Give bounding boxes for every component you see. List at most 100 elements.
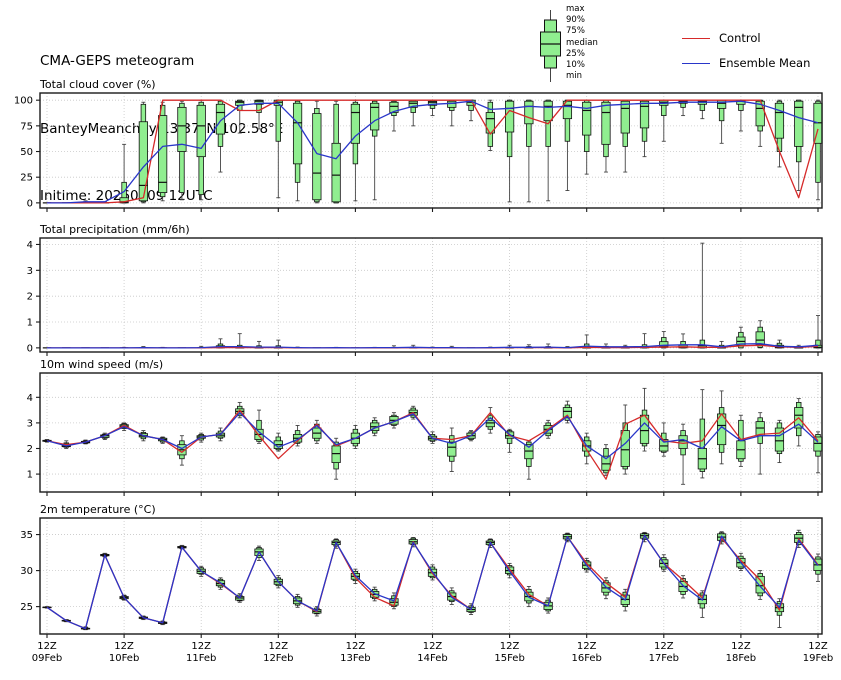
box-25-75 [332, 446, 340, 463]
meteogram-figure: { "header": { "title_line1": "CMA-GEPS m… [0, 0, 841, 680]
boxplot [274, 100, 282, 198]
panel-title: 2m temperature (°C) [40, 503, 156, 516]
boxplot [563, 100, 571, 190]
box-25-75 [332, 143, 340, 202]
boxplot [332, 101, 340, 203]
x-tick-time: 12Z [808, 641, 828, 652]
box-25-75 [139, 122, 147, 201]
boxplot [660, 100, 668, 141]
box-25-75 [505, 101, 513, 132]
box-25-75 [602, 102, 610, 144]
boxplot [409, 100, 417, 126]
box-25-75 [351, 104, 359, 143]
x-tick-date: 15Feb [494, 653, 524, 664]
y-tick-label: 3 [27, 418, 33, 429]
x-tick-time: 12Z [191, 641, 211, 652]
panel-title: Total precipitation (mm/6h) [39, 223, 190, 236]
boxplot [255, 100, 263, 129]
panel-temp: 2530352m temperature (°C)12Z09Feb12Z10Fe… [20, 503, 833, 664]
boxplot [814, 100, 822, 200]
boxplot [775, 420, 783, 462]
boxplot [814, 316, 822, 348]
boxplot [390, 100, 398, 131]
box-25-75 [621, 101, 629, 133]
panel-title: Total cloud cover (%) [39, 78, 156, 91]
boxplot [795, 100, 803, 190]
boxplot [505, 100, 513, 202]
box-25-75 [795, 101, 803, 146]
y-tick-label: 75 [20, 121, 33, 132]
boxplot [120, 144, 128, 203]
box-25-75 [679, 436, 687, 449]
boxplot [197, 100, 205, 200]
meteogram-panels: 0255075100Total cloud cover (%)01234Tota… [0, 0, 841, 680]
box-25-75 [293, 103, 301, 164]
x-tick-time: 12Z [114, 641, 134, 652]
y-tick-label: 0 [27, 343, 33, 354]
panel-cloud: 0255075100Total cloud cover (%) [14, 78, 822, 212]
y-tick-label: 4 [27, 393, 33, 404]
boxplot [293, 100, 301, 201]
x-tick-date: 11Feb [186, 653, 216, 664]
boxplot [640, 334, 648, 348]
gridlines [40, 238, 822, 352]
boxplot [717, 100, 725, 143]
boxplot [679, 424, 687, 484]
boxplot [737, 100, 745, 131]
x-tick-time: 12Z [423, 641, 443, 652]
x-tick-date: 16Feb [571, 653, 601, 664]
boxplot [756, 413, 764, 474]
x-tick-time: 12Z [731, 641, 751, 652]
x-tick-date: 13Feb [340, 653, 370, 664]
boxplot [448, 428, 456, 472]
y-tick-label: 50 [20, 147, 33, 158]
x-tick-date: 17Feb [649, 653, 679, 664]
x-tick-date: 19Feb [803, 653, 833, 664]
boxplot [178, 101, 186, 200]
box-25-75 [756, 332, 764, 345]
x-tick-date: 18Feb [726, 653, 756, 664]
axis-ticks [36, 535, 818, 638]
box-25-75 [448, 101, 456, 107]
boxplot [583, 100, 591, 174]
x-tick-date: 14Feb [417, 653, 447, 664]
panel-wind: 1 2 3 4 10m wind speed (m/s) [27, 358, 823, 496]
y-tick-label: 1 [27, 470, 33, 481]
boxplot [640, 100, 648, 156]
x-tick-time: 12Z [269, 641, 289, 652]
x-tick-time: 12Z [577, 641, 597, 652]
box-25-75 [621, 431, 629, 467]
boxplot [602, 578, 610, 599]
boxplot [602, 100, 610, 172]
y-tick-label: 2 [27, 292, 33, 303]
box-25-75 [158, 116, 166, 193]
x-tick-time: 12Z [500, 641, 520, 652]
y-tick-label: 2 [27, 444, 33, 455]
y-tick-label: 3 [27, 266, 33, 277]
panel-frame [40, 238, 822, 352]
boxplot [698, 100, 706, 118]
x-tick-time: 12Z [346, 641, 366, 652]
y-tick-label: 30 [20, 566, 33, 577]
y-tick-label: 4 [27, 240, 33, 251]
axis-ticks [36, 244, 818, 356]
box-10-90 [276, 100, 281, 141]
boxplot [544, 100, 552, 201]
boxplot [139, 102, 147, 203]
boxplot [698, 243, 706, 348]
panel-title: 10m wind speed (m/s) [40, 358, 163, 371]
boxplot [814, 554, 822, 581]
boxplot [775, 599, 783, 628]
boxplot [313, 101, 321, 203]
x-tick-time: 12Z [654, 641, 674, 652]
y-tick-label: 0 [27, 198, 33, 209]
y-tick-label: 35 [20, 530, 33, 541]
boxplot [679, 334, 687, 348]
y-tick-label: 1 [27, 318, 33, 329]
boxplot [216, 100, 224, 172]
box-25-75 [583, 102, 591, 135]
boxplot [525, 100, 533, 202]
box-25-75 [448, 442, 456, 456]
boxplot [274, 433, 282, 451]
x-tick-date: 09Feb [32, 653, 62, 664]
